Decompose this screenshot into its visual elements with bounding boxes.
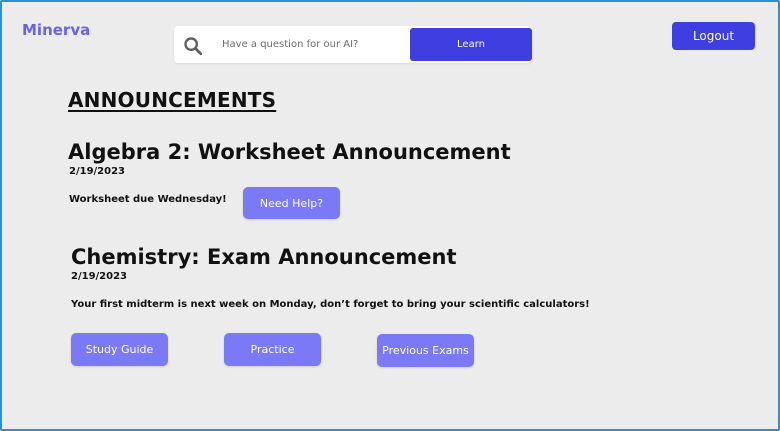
previous-exams-button[interactable]: Previous Exams xyxy=(377,334,474,367)
announcement-title: Chemistry: Exam Announcement xyxy=(71,245,457,269)
practice-button[interactable]: Practice xyxy=(224,333,321,366)
announcement-body: Your first midterm is next week on Monda… xyxy=(71,299,590,310)
announcement-title: Algebra 2: Worksheet Announcement xyxy=(68,140,511,164)
announcement-body: Worksheet due Wednesday! xyxy=(69,194,227,205)
app-window: Minerva Learn Logout ANNOUNCEMENTS Algeb… xyxy=(0,0,780,431)
search-bar: Learn xyxy=(174,26,532,63)
study-guide-button[interactable]: Study Guide xyxy=(71,333,168,366)
search-input[interactable] xyxy=(222,26,408,63)
learn-button[interactable]: Learn xyxy=(410,28,532,61)
page-title: ANNOUNCEMENTS xyxy=(68,88,277,112)
need-help-button[interactable]: Need Help? xyxy=(243,187,340,219)
announcement-date: 2/19/2023 xyxy=(69,166,126,177)
announcement-date: 2/19/2023 xyxy=(71,271,128,282)
search-icon[interactable] xyxy=(182,35,204,57)
logout-button[interactable]: Logout xyxy=(672,22,755,50)
brand-logo[interactable]: Minerva xyxy=(22,21,90,39)
